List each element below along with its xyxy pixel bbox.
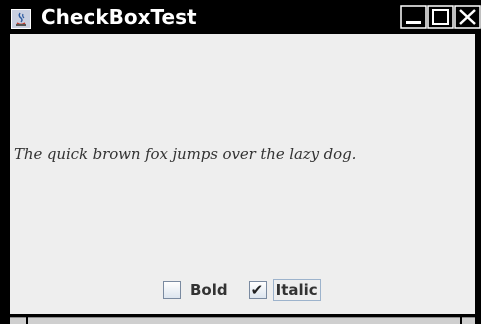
window-title: CheckBoxTest bbox=[41, 5, 197, 29]
resize-handle-bottom[interactable] bbox=[28, 317, 460, 324]
resize-handle-right[interactable] bbox=[462, 317, 475, 324]
bold-checkbox-box[interactable] bbox=[163, 281, 181, 299]
app-window: CheckBoxTest The quick brown fox jumps o… bbox=[0, 0, 481, 324]
maximize-icon bbox=[427, 5, 454, 29]
italic-checkbox[interactable]: ✔ Italic bbox=[248, 279, 321, 301]
content-panel: The quick brown fox jumps over the lazy … bbox=[10, 34, 475, 314]
bold-checkbox[interactable]: Bold bbox=[163, 280, 230, 300]
close-icon bbox=[454, 5, 481, 29]
minimize-icon bbox=[400, 5, 427, 29]
checkbox-row: Bold ✔ Italic bbox=[163, 278, 321, 302]
italic-checkbox-label[interactable]: Italic bbox=[272, 279, 321, 301]
checkmark-icon: ✔ bbox=[250, 281, 264, 299]
minimize-button[interactable] bbox=[400, 0, 427, 34]
italic-checkbox-box[interactable]: ✔ bbox=[248, 281, 267, 299]
sample-text: The quick brown fox jumps over the lazy … bbox=[14, 145, 357, 163]
title-bar-buttons bbox=[400, 0, 481, 34]
resize-handle-left[interactable] bbox=[10, 317, 26, 324]
close-button[interactable] bbox=[454, 0, 481, 34]
java-app-icon[interactable] bbox=[11, 9, 31, 29]
title-bar[interactable]: CheckBoxTest bbox=[0, 0, 481, 34]
maximize-button[interactable] bbox=[427, 0, 454, 34]
bold-checkbox-label[interactable]: Bold bbox=[188, 280, 230, 300]
